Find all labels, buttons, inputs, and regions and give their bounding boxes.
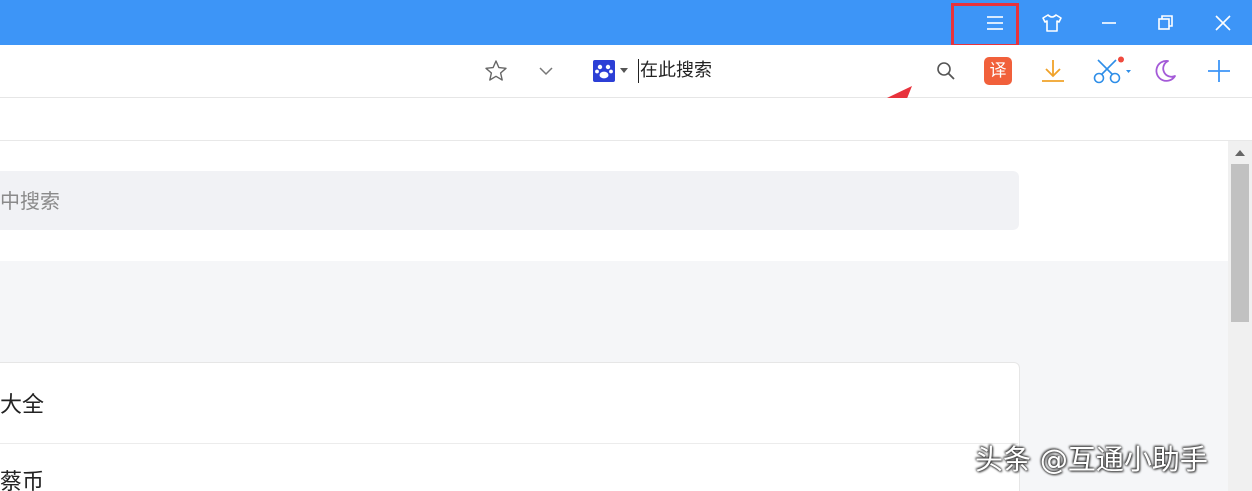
- triangle-up-icon: [1235, 150, 1245, 156]
- inner-search-placeholder: 中搜索: [0, 189, 60, 213]
- list-divider: [0, 443, 1018, 444]
- inner-search-box[interactable]: [0, 171, 1019, 230]
- list-item[interactable]: 大全: [0, 391, 44, 421]
- watermark: 头条 @互通小助手: [975, 443, 1208, 476]
- scroll-up-button[interactable]: [1228, 145, 1252, 161]
- page-content: 中搜索 大全 蔡币: [0, 141, 1228, 491]
- browser-window: 在此搜索 译 中搜索 大全 蔡币 头条 @互通小助手: [0, 0, 1252, 491]
- tab-strip: [0, 98, 1252, 141]
- list-item[interactable]: 蔡币: [0, 468, 44, 491]
- scroll-thumb[interactable]: [1231, 164, 1249, 322]
- vertical-scrollbar[interactable]: [1228, 141, 1252, 491]
- list-card: [0, 362, 1020, 491]
